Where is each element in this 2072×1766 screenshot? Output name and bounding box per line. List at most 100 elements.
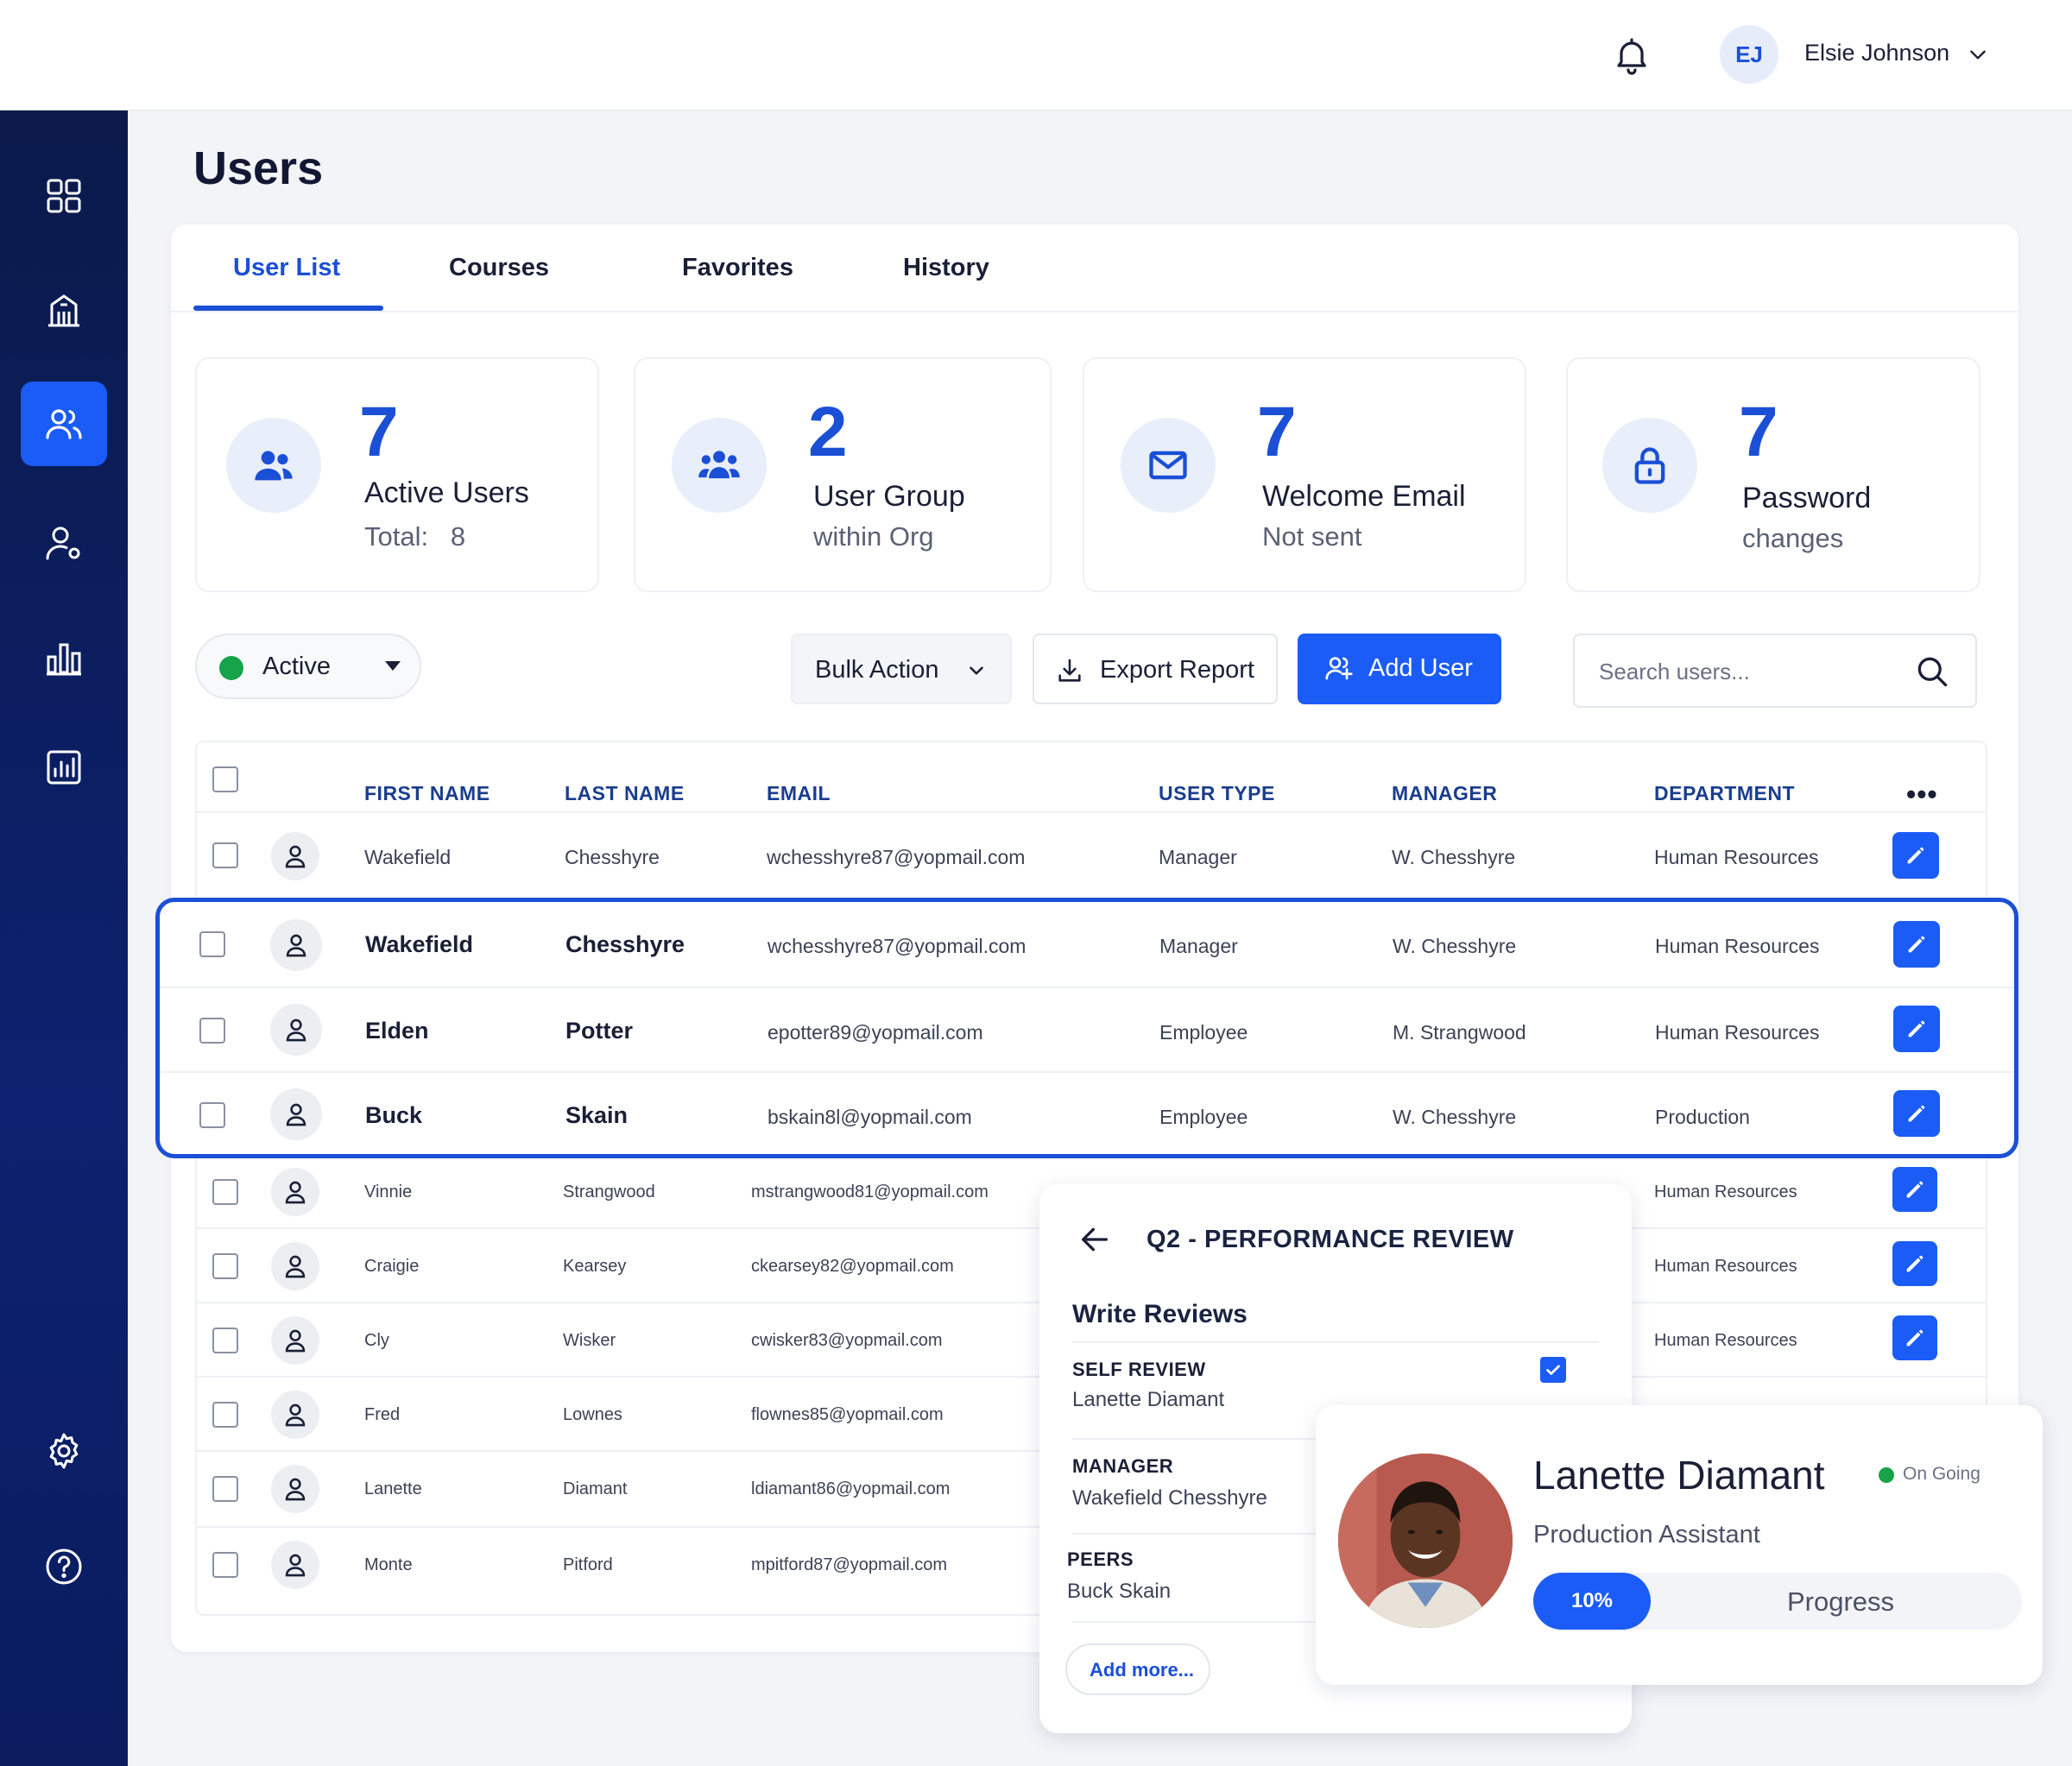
export-report-button[interactable]: Export Report <box>1033 634 1278 704</box>
dashboard-icon <box>47 179 81 213</box>
mail-icon <box>1149 451 1187 480</box>
row-checkbox[interactable] <box>212 842 238 868</box>
stat-label: Password <box>1742 482 1872 514</box>
sidebar-item-help[interactable] <box>32 1535 96 1599</box>
avatar <box>270 1088 322 1140</box>
cell-department: Human Resources <box>1655 1021 1820 1044</box>
stat-value: 7 <box>1257 393 1297 471</box>
tab-favorites[interactable]: Favorites <box>682 254 793 282</box>
bulk-action-button[interactable]: Bulk Action <box>791 634 1012 704</box>
avatar <box>271 1541 319 1589</box>
edit-button[interactable] <box>1892 1315 1937 1360</box>
edit-button[interactable] <box>1892 1167 1937 1212</box>
chevron-down-icon[interactable] <box>1967 43 1989 66</box>
row-checkbox[interactable] <box>212 1476 238 1502</box>
top-bar: EJ Elsie Johnson <box>0 0 2072 110</box>
row-checkbox[interactable] <box>199 1102 225 1128</box>
lock-icon <box>1634 447 1665 484</box>
edit-button[interactable] <box>1893 1090 1940 1137</box>
user-avatar[interactable]: EJ <box>1720 25 1778 84</box>
progress-bar: 10% Progress <box>1533 1573 2022 1630</box>
avatar <box>271 1168 319 1216</box>
sidebar-item-user-settings[interactable] <box>32 511 96 575</box>
search-input[interactable] <box>1599 654 1910 689</box>
row-checkbox[interactable] <box>212 1402 238 1428</box>
cell-email: epotter89@yopmail.com <box>768 1021 983 1044</box>
sidebar-item-settings[interactable] <box>32 1419 96 1483</box>
row-checkbox[interactable] <box>212 1253 238 1279</box>
row-checkbox[interactable] <box>212 1328 238 1353</box>
cell-department: Production <box>1655 1106 1750 1128</box>
stat-label: Welcome Email <box>1262 480 1466 513</box>
stat-sub: Not sent <box>1262 521 1362 552</box>
table-row[interactable]: Elden Potter epotter89@yopmail.com Emplo… <box>160 987 2014 1071</box>
column-header-manager[interactable]: MANAGER <box>1392 782 1497 805</box>
sidebar-item-dashboard[interactable] <box>32 164 96 228</box>
cell-first-name: Wakefield <box>364 846 452 868</box>
column-header-user-type[interactable]: USER TYPE <box>1159 782 1275 805</box>
column-header-last-name[interactable]: LAST NAME <box>565 782 685 805</box>
avatar <box>271 1316 319 1365</box>
add-more-button[interactable]: Add more... <box>1065 1643 1210 1695</box>
profile-photo <box>1338 1454 1513 1628</box>
table-row[interactable]: Wakefield Chesshyre wchesshyre87@yopmail… <box>160 902 2014 987</box>
review-title: Q2 - PERFORMANCE REVIEW <box>1147 1226 1514 1253</box>
status-filter-dropdown[interactable]: Active <box>195 634 421 699</box>
stat-sub: Total: 8 <box>364 521 466 552</box>
sidebar-item-users[interactable] <box>21 382 107 466</box>
stat-sub: within Org <box>813 521 934 552</box>
report-icon <box>47 750 81 785</box>
bell-icon[interactable] <box>1611 35 1652 76</box>
sidebar-item-analytics[interactable] <box>32 627 96 691</box>
stat-label: Active Users <box>364 476 529 509</box>
cell-last-name: Chesshyre <box>565 846 660 868</box>
cell-last-name: Wisker <box>563 1331 616 1350</box>
user-icon <box>286 1103 306 1126</box>
progress-label: Progress <box>1787 1586 1895 1617</box>
tab-courses[interactable]: Courses <box>449 254 549 282</box>
cell-email: ldiamant86@yopmail.com <box>751 1479 951 1498</box>
cell-email: mstrangwood81@yopmail.com <box>751 1183 989 1202</box>
pencil-icon <box>1908 1105 1925 1122</box>
sidebar-item-reports[interactable] <box>32 735 96 799</box>
search-icon[interactable] <box>1913 653 1951 691</box>
pencil-icon <box>1906 1255 1924 1272</box>
edit-button[interactable] <box>1893 921 1940 968</box>
profile-status: On Going <box>1903 1464 1980 1484</box>
chevron-down-icon <box>970 666 983 675</box>
cell-last-name: Diamant <box>563 1479 628 1498</box>
person-photo-illustration <box>1338 1454 1513 1628</box>
column-header-email[interactable]: EMAIL <box>767 782 831 805</box>
add-more-label: Add more... <box>1090 1659 1195 1681</box>
tab-history[interactable]: History <box>903 254 989 282</box>
row-checkbox[interactable] <box>212 1552 238 1578</box>
status-filter-label: Active <box>262 653 331 680</box>
edit-button[interactable] <box>1892 1241 1937 1286</box>
edit-button[interactable] <box>1893 1006 1940 1052</box>
row-checkbox[interactable] <box>212 1179 238 1205</box>
column-header-first-name[interactable]: FIRST NAME <box>364 782 490 805</box>
row-checkbox[interactable] <box>199 931 225 957</box>
export-report-label: Export Report <box>1100 656 1254 684</box>
manager-heading: MANAGER <box>1072 1455 1174 1477</box>
self-review-checkbox[interactable] <box>1540 1357 1566 1383</box>
avatar <box>271 1242 319 1290</box>
tab-user-list[interactable]: User List <box>233 254 340 282</box>
table-row[interactable]: Buck Skain bskain8l@yopmail.com Employee… <box>160 1071 2014 1154</box>
cell-last-name: Potter <box>565 1018 634 1044</box>
select-all-checkbox[interactable] <box>212 766 238 792</box>
row-checkbox[interactable] <box>199 1018 225 1044</box>
cell-user-type: Manager <box>1159 846 1237 868</box>
edit-button[interactable] <box>1892 832 1939 879</box>
avatar <box>271 832 319 880</box>
arrow-left-icon[interactable] <box>1077 1222 1112 1257</box>
tab-bar: User List Courses Favorites History <box>171 224 2018 312</box>
column-header-department[interactable]: DEPARTMENT <box>1654 782 1795 805</box>
more-options-icon[interactable]: ••• <box>1906 779 1938 810</box>
user-name[interactable]: Elsie Johnson <box>1804 40 1949 66</box>
sidebar-item-organization[interactable] <box>32 278 96 342</box>
cell-department: Human Resources <box>1654 1183 1797 1202</box>
stat-icon-circle <box>1602 418 1697 513</box>
table-row[interactable]: Wakefield Chesshyre wchesshyre87@yopmail… <box>197 811 1986 898</box>
add-user-button[interactable]: Add User <box>1298 634 1501 704</box>
